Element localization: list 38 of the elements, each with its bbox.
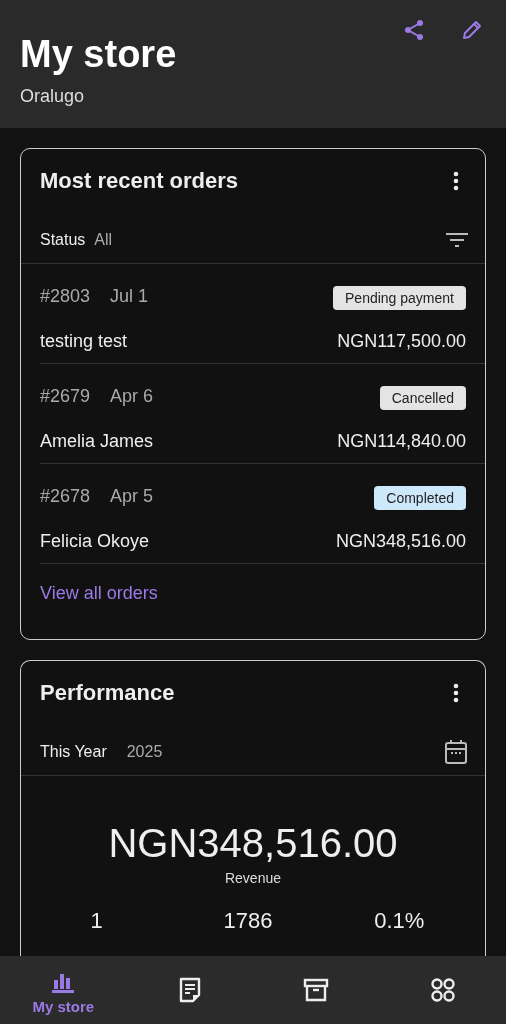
order-number: #2679: [40, 386, 91, 408]
customer-name: testing test: [40, 331, 129, 353]
customer-name: Amelia James: [40, 431, 155, 453]
calendar-icon[interactable]: [444, 739, 468, 765]
order-date: Apr 6: [110, 386, 154, 408]
apps-grid-icon: [429, 977, 456, 1003]
filter-value[interactable]: All: [94, 231, 446, 249]
document-icon: [177, 977, 202, 1003]
archive-box-icon: [303, 978, 330, 1002]
order-number: #2803: [40, 286, 91, 308]
more-options-icon[interactable]: [453, 171, 459, 191]
revenue-amount: NGN348,516.00: [107, 820, 399, 866]
card-title: Most recent orders: [40, 168, 239, 194]
share-icon[interactable]: [402, 18, 426, 42]
stat-value: 1786: [223, 908, 273, 934]
customer-name: Felicia Okoye: [40, 531, 151, 553]
status-badge: Pending payment: [333, 286, 466, 310]
stat-value: 0.1%: [374, 908, 425, 934]
order-total: NGN348,516.00: [335, 531, 466, 553]
status-badge: Completed: [374, 486, 466, 510]
page-title: My store: [20, 32, 178, 76]
order-date: Apr 5: [110, 486, 154, 508]
filter-label: Status: [40, 231, 86, 249]
date-range-label: This Year: [40, 743, 107, 761]
store-name: Oralugo: [20, 86, 86, 107]
revenue-label: Revenue: [223, 870, 282, 886]
order-total: NGN114,840.00: [337, 431, 466, 453]
edit-icon[interactable]: [460, 18, 484, 42]
status-badge: Cancelled: [379, 386, 466, 410]
order-number: #2678: [40, 486, 91, 508]
date-range-value[interactable]: 2025: [126, 743, 444, 761]
order-total: NGN117,500.00: [337, 331, 466, 353]
filter-icon[interactable]: [446, 232, 468, 248]
card-title: Performance: [40, 680, 175, 706]
order-date: Jul 1: [110, 286, 149, 308]
more-options-icon[interactable]: [453, 683, 459, 703]
view-all-link[interactable]: View all orders: [40, 583, 158, 604]
stat-value: 1: [90, 908, 103, 934]
